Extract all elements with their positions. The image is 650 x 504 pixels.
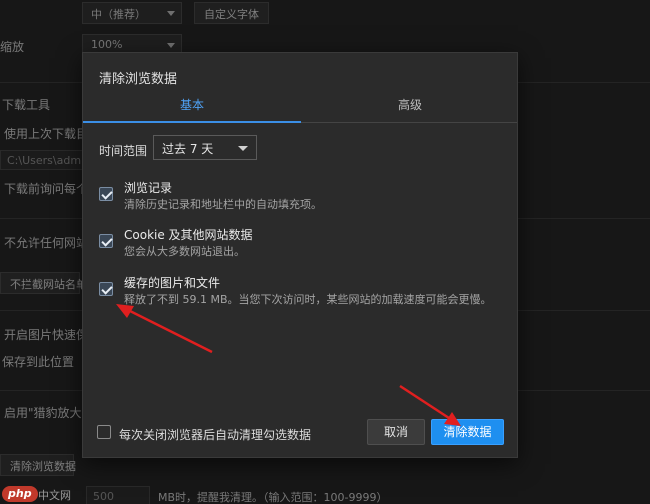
dialog-title: 清除浏览数据 [99, 72, 178, 87]
cached-images-checkbox[interactable] [99, 282, 113, 296]
option-description: 您会从大多数网站退出。 [124, 245, 245, 258]
auto-clear-label: 每次关闭浏览器后自动清理勾选数据 [119, 428, 312, 442]
option-description: 释放了不到 59.1 MB。当您下次访问时，某些网站的加载速度可能会更慢。 [124, 293, 492, 306]
option-title: Cookie 及其他网站数据 [124, 228, 253, 242]
time-range-label: 时间范围 [99, 144, 148, 158]
cookies-checkbox[interactable] [99, 234, 113, 248]
tab-advanced[interactable]: 高级 [301, 91, 519, 123]
option-description: 清除历史记录和地址栏中的自动填充项。 [124, 198, 322, 211]
auto-clear-checkbox[interactable] [97, 425, 111, 439]
tab-basic[interactable]: 基本 [83, 91, 301, 123]
time-range-value: 过去 7 天 [162, 142, 214, 156]
cancel-button[interactable]: 取消 [367, 419, 425, 445]
php-logo: php [2, 486, 38, 502]
browsing-history-checkbox[interactable] [99, 187, 113, 201]
time-range-select[interactable]: 过去 7 天 [153, 135, 257, 160]
clear-browsing-data-dialog: 清除浏览数据 基本 高级 时间范围 过去 7 天 浏览记录 清除历史记录和地址栏… [82, 52, 518, 458]
clear-data-button[interactable]: 清除数据 [431, 419, 504, 445]
dialog-tabs: 基本 高级 [83, 91, 517, 123]
php-logo-subtitle: 中文网 [38, 489, 71, 502]
option-title: 浏览记录 [124, 181, 173, 195]
chevron-down-icon [238, 146, 248, 151]
option-title: 缓存的图片和文件 [124, 276, 221, 290]
